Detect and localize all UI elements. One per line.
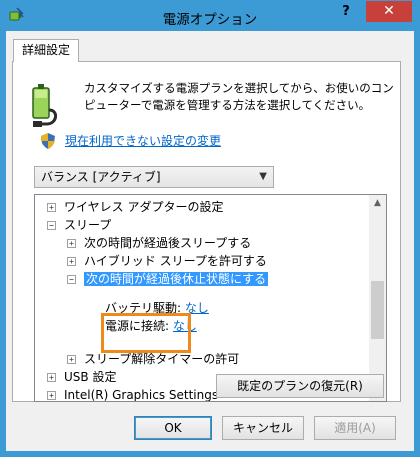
scroll-thumb[interactable] xyxy=(371,281,384,339)
tree-item-label: スリープ xyxy=(64,218,112,232)
expand-icon[interactable]: + xyxy=(67,257,76,266)
tree-item-label: USB 設定 xyxy=(64,370,117,384)
description-text: カスタマイズする電源プランを選択してから、お使いのコンピューターで電源を管理する… xyxy=(84,81,394,112)
tree-item-label: ハイブリッド スリープを許可する xyxy=(84,254,267,268)
expand-icon[interactable]: + xyxy=(67,239,76,248)
tree-item-hibernate-after[interactable]: − 次の時間が経過後休止状態にする xyxy=(67,270,269,288)
tree-item-label: ワイヤレス アダプターの設定 xyxy=(64,200,224,214)
tree-item-sleep-after[interactable]: + 次の時間が経過後スリープする xyxy=(67,234,251,252)
tree-item-label-selected: 次の時間が経過後休止状態にする xyxy=(84,272,269,286)
chevron-down-icon: ▼ xyxy=(259,171,267,182)
expand-icon[interactable]: + xyxy=(47,391,56,400)
tree-item-sleep[interactable]: − スリープ xyxy=(47,216,111,234)
close-button[interactable]: ✕ xyxy=(366,1,412,22)
tab-advanced-settings[interactable]: 詳細設定 xyxy=(13,39,79,62)
scroll-up-icon[interactable]: ▲ xyxy=(369,195,386,212)
tree-item-label: 次の時間が経過後スリープする xyxy=(84,236,252,250)
collapse-icon[interactable]: − xyxy=(67,275,76,284)
settings-tree[interactable]: + ワイヤレス アダプターの設定 − スリープ + 次の時間が経過後スリープする + ハ… xyxy=(34,194,387,402)
highlight-box xyxy=(101,313,191,353)
title-bar[interactable]: 電源オプション ? ✕ xyxy=(0,0,420,31)
tree-item-hybrid-sleep[interactable]: + ハイブリッド スリープを許可する xyxy=(67,252,267,270)
help-button[interactable]: ? xyxy=(330,1,362,23)
expand-icon[interactable]: + xyxy=(47,203,56,212)
uac-shield-icon xyxy=(41,133,55,149)
cancel-button[interactable]: キャンセル xyxy=(222,416,304,440)
tree-item-label: Intel(R) Graphics Settings xyxy=(64,388,219,402)
tree-item-intel-graphics[interactable]: + Intel(R) Graphics Settings xyxy=(47,386,219,402)
collapse-icon[interactable]: − xyxy=(47,221,56,230)
vertical-scrollbar[interactable]: ▲ ▼ xyxy=(369,195,386,401)
battery-plug-icon xyxy=(32,84,57,127)
tree-item-wireless-adapter[interactable]: + ワイヤレス アダプターの設定 xyxy=(47,198,223,216)
restore-defaults-button[interactable]: 既定のプランの復元(R) xyxy=(216,374,384,398)
expand-icon[interactable]: + xyxy=(67,355,76,364)
dialog-client: 詳細設定 カスタマイズする電源プランを選択してから、お使いのコンピューターで電源… xyxy=(6,31,414,451)
change-unavailable-settings-link[interactable]: 現在利用できない設定の変更 xyxy=(65,132,221,149)
expand-icon[interactable]: + xyxy=(47,373,56,382)
tree-item-usb-settings[interactable]: + USB 設定 xyxy=(47,368,116,386)
power-options-window: 電源オプション ? ✕ 詳細設定 カスタマイズする電源プランを選択してから、お使… xyxy=(0,0,420,457)
tree-item-label: スリープ解除タイマーの許可 xyxy=(84,352,240,366)
power-plan-value: バランス [アクティブ] xyxy=(41,170,161,184)
power-plan-select[interactable]: バランス [アクティブ] ▼ xyxy=(34,166,274,188)
apply-button[interactable]: 適用(A) xyxy=(314,416,396,440)
ok-button[interactable]: OK xyxy=(134,416,212,440)
